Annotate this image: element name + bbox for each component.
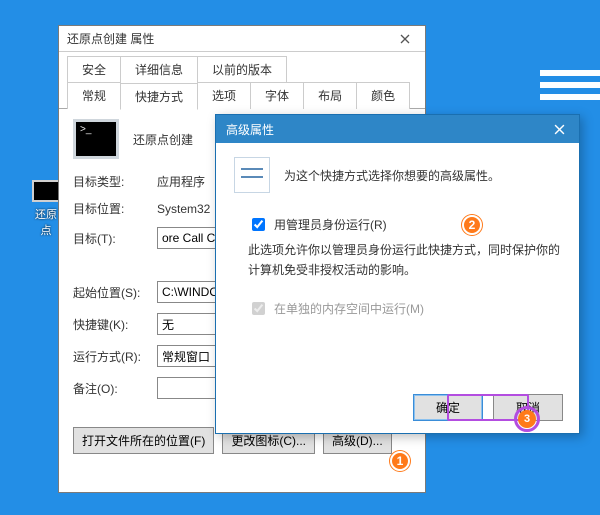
close-icon [554,124,565,135]
dialog-close-button[interactable] [539,115,579,143]
open-file-location-button[interactable]: 打开文件所在的位置(F) [73,427,214,454]
start-in-label: 起始位置(S): [73,284,157,301]
annotation-3-ring: 3 [514,406,540,432]
target-type-label: 目标类型: [73,173,157,190]
run-label: 运行方式(R): [73,348,157,365]
decoration [540,94,600,100]
titlebar[interactable]: 还原点创建 属性 [59,26,425,52]
annotation-2: 2 [462,215,482,235]
run-as-admin-description: 此选项允许你以管理员身份运行此快捷方式，同时保护你的计算机免受非授权活动的影响。 [248,240,561,281]
shortcut-name: 还原点创建 [133,131,193,148]
advanced-properties-dialog: 高级属性 为这个快捷方式选择你想要的高级属性。 用管理员身份运行(R) 此选项允… [215,114,580,434]
tab-font[interactable]: 字体 [250,82,304,109]
shortcut-key-label: 快捷键(K): [73,316,157,333]
separate-memory-label: 在单独的内存空间中运行(M) [274,300,424,317]
separate-memory-checkbox [252,302,265,315]
dialog-title: 高级属性 [226,121,274,138]
separate-memory-row: 在单独的内存空间中运行(M) [248,299,561,318]
close-button[interactable] [385,26,425,51]
annotation-3: 3 [518,410,536,428]
target-location-label: 目标位置: [73,200,157,217]
run-as-admin-checkbox[interactable] [252,218,265,231]
tab-general[interactable]: 常规 [67,82,121,109]
cmd-icon [32,180,60,202]
dialog-titlebar[interactable]: 高级属性 [216,115,579,143]
properties-icon [234,157,270,193]
dialog-intro-text: 为这个快捷方式选择你想要的高级属性。 [284,167,500,184]
ok-button[interactable]: 确定 [413,394,483,421]
tab-layout[interactable]: 布局 [303,82,357,109]
tab-previous-versions[interactable]: 以前的版本 [197,56,287,82]
window-title: 还原点创建 属性 [67,30,154,47]
target-label: 目标(T): [73,230,157,247]
comment-label: 备注(O): [73,380,157,397]
decoration [540,70,600,76]
tab-options[interactable]: 选项 [197,82,251,109]
tab-details[interactable]: 详细信息 [120,56,198,82]
tab-shortcut[interactable]: 快捷方式 [120,83,198,110]
close-icon [400,34,410,44]
run-as-admin-row[interactable]: 用管理员身份运行(R) [248,215,561,234]
run-as-admin-label: 用管理员身份运行(R) [274,216,387,233]
annotation-1: 1 [390,451,410,471]
tab-security[interactable]: 安全 [67,56,121,82]
decoration [540,82,600,88]
shortcut-icon [73,119,119,159]
tab-colors[interactable]: 颜色 [356,82,410,109]
